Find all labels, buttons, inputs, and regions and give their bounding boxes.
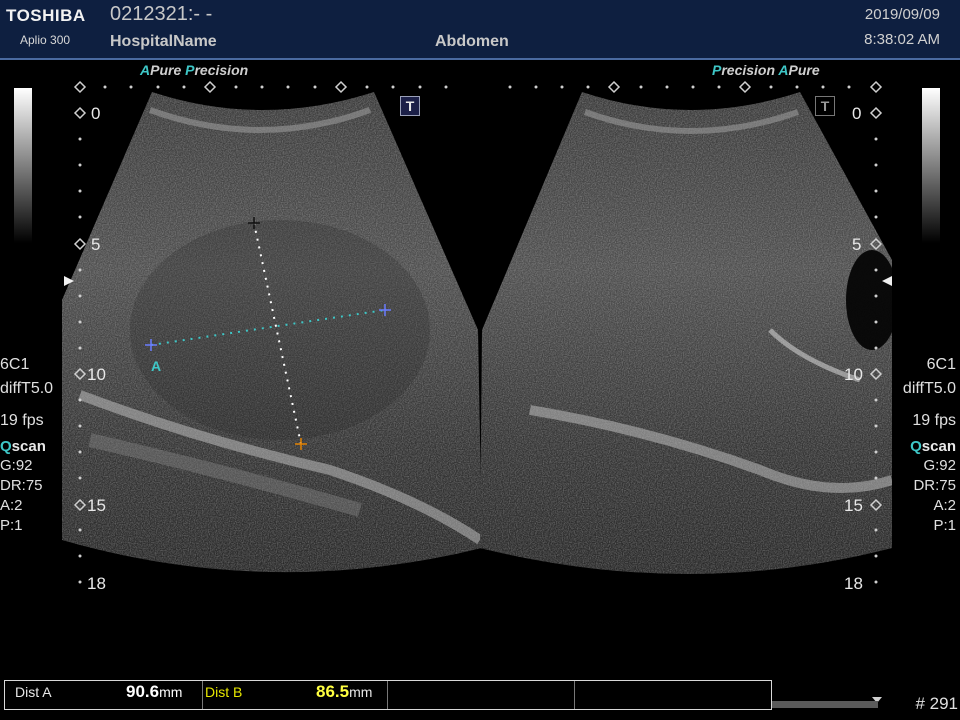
- dynamic-range-label-left: DR:75: [0, 477, 43, 494]
- depth-label: 5: [852, 235, 862, 254]
- grayscale-bar-left: [14, 88, 32, 243]
- mode-label-left: APure Precision: [140, 62, 249, 78]
- dist-a-cell: Dist A 90.6mm: [5, 681, 203, 709]
- sector-left: [62, 92, 482, 573]
- depth-label: 0: [852, 104, 862, 123]
- dist-a-label: Dist A: [15, 684, 52, 700]
- a-label-left: A:2: [0, 497, 23, 514]
- probe-label-left: 6C1: [0, 356, 30, 373]
- frame-number: # 291: [915, 694, 958, 713]
- depth-label: 15: [844, 496, 863, 515]
- depth-label: 15: [87, 496, 106, 515]
- depth-label: 0: [91, 104, 101, 123]
- depth-label: 10: [87, 365, 106, 384]
- caliper-label-a: A: [151, 358, 162, 374]
- preset-label-right: diffT5.0: [902, 380, 956, 397]
- a-label-right: A:2: [933, 497, 956, 514]
- preset-label-left: diffT5.0: [0, 380, 54, 397]
- qscan-label-right: Qscan: [910, 438, 956, 455]
- dynamic-range-label-right: DR:75: [913, 477, 956, 494]
- depth-label: 5: [91, 235, 101, 254]
- empty-measurement-cell: [387, 681, 575, 709]
- p-label-left: P:1: [0, 517, 23, 534]
- sector-right: [480, 92, 892, 574]
- dist-b-label: Dist B: [205, 684, 243, 700]
- dist-b-value: 86.5mm: [316, 682, 373, 701]
- fps-label-left: 19 fps: [0, 412, 44, 429]
- active-image-indicator[interactable]: T: [400, 96, 420, 116]
- depth-label: 10: [844, 365, 863, 384]
- measurement-bar: Dist A 90.6mm Dist B 86.5mm: [4, 680, 772, 710]
- depth-label: 18: [87, 574, 106, 593]
- qscan-label-left: Qscan: [0, 438, 46, 455]
- p-label-right: P:1: [933, 517, 956, 534]
- inactive-image-indicator[interactable]: T: [815, 96, 835, 116]
- cine-scrollbar[interactable]: [772, 701, 878, 708]
- gain-label-right: G:92: [923, 457, 956, 474]
- mode-label-right: Precision APure: [712, 62, 820, 78]
- depth-label: 18: [844, 574, 863, 593]
- gain-label-left: G:92: [0, 457, 33, 474]
- dist-b-cell: Dist B 86.5mm: [202, 681, 388, 709]
- grayscale-bar-right: [922, 88, 940, 243]
- dist-a-value: 90.6mm: [126, 682, 183, 701]
- probe-label-right: 6C1: [926, 356, 956, 373]
- fps-label-right: 19 fps: [912, 412, 956, 429]
